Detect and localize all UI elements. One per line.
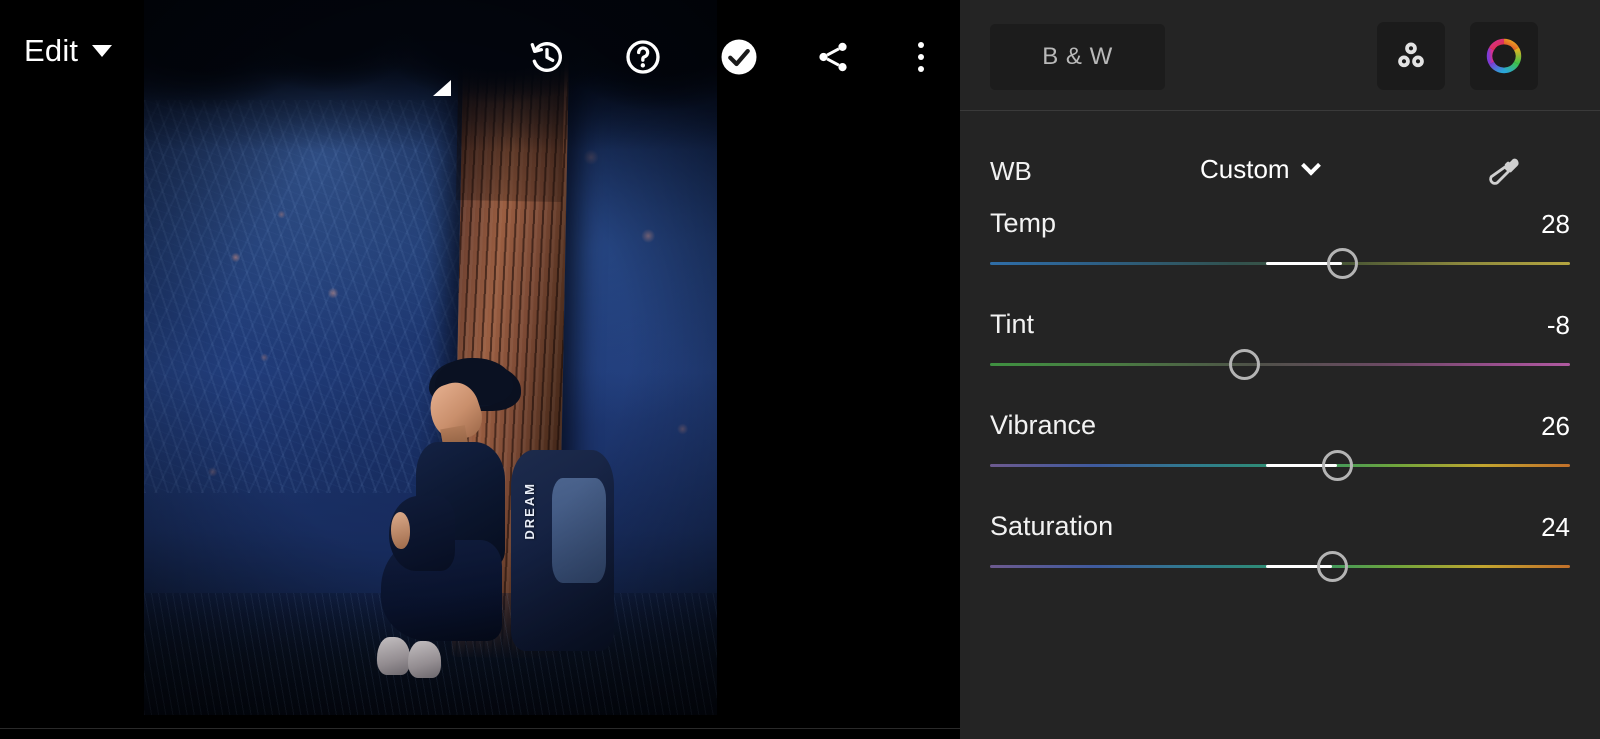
slider-saturation-value: 24 <box>1541 512 1570 542</box>
photo-image: DREAM <box>144 0 717 715</box>
image-viewer: Edit <box>0 0 960 739</box>
slider-temp-label: Temp <box>990 208 1057 238</box>
history-clock-icon <box>530 42 562 72</box>
color-adjustments-panel: B & W WB Custom Temp 28 Tint -8 Vibrance… <box>960 0 1600 739</box>
checkmark-circle-icon <box>721 39 757 75</box>
photo-canvas[interactable]: DREAM <box>144 0 717 715</box>
chevron-down-icon <box>1300 155 1321 176</box>
done-button[interactable] <box>715 33 763 81</box>
history-button[interactable] <box>523 33 571 81</box>
slider-saturation-label: Saturation <box>990 511 1114 541</box>
color-mix-button[interactable] <box>1377 22 1445 90</box>
share-icon <box>819 42 847 72</box>
slider-temp-handle[interactable] <box>1327 248 1358 279</box>
slider-tint-track[interactable] <box>990 363 1570 366</box>
edit-menu-button[interactable]: Edit <box>24 33 113 69</box>
slider-tint[interactable]: Tint -8 <box>960 301 1600 401</box>
slider-vibrance-label: Vibrance <box>990 410 1097 440</box>
color-mix-circles-icon <box>1398 42 1424 68</box>
slider-vibrance[interactable]: Vibrance 26 <box>960 402 1600 502</box>
eyedropper-icon <box>1489 158 1519 185</box>
wb-preset-value: Custom <box>1200 154 1290 184</box>
slider-saturation-handle[interactable] <box>1317 551 1348 582</box>
white-balance-row: WB Custom <box>960 144 1600 200</box>
help-button[interactable] <box>619 33 667 81</box>
photo-editor-app: Edit B & W WB Custom Temp 28 Tint -8 Vib… <box>0 0 1600 739</box>
wb-label: WB <box>990 156 1032 186</box>
color-wheel-button[interactable] <box>1470 22 1538 90</box>
color-wheel-icon <box>1486 38 1522 74</box>
more-vertical-icon <box>918 42 924 72</box>
slider-saturation[interactable]: Saturation 24 <box>960 503 1600 603</box>
more-options-button[interactable] <box>897 33 945 81</box>
crop-corner-marker[interactable] <box>433 80 451 96</box>
question-mark-circle-icon <box>626 40 660 74</box>
slider-temp[interactable]: Temp 28 <box>960 200 1600 300</box>
edit-menu-label: Edit <box>24 33 79 68</box>
photo-vignette <box>144 0 717 715</box>
slider-tint-value: -8 <box>1546 310 1570 340</box>
share-button[interactable] <box>809 33 857 81</box>
slider-vibrance-handle[interactable] <box>1322 450 1353 481</box>
bw-toggle-button[interactable]: B & W <box>990 24 1165 90</box>
slider-vibrance-value: 26 <box>1541 411 1570 441</box>
slider-tint-handle[interactable] <box>1229 349 1260 380</box>
viewer-bottom-divider <box>0 728 960 729</box>
slider-tint-label: Tint <box>990 309 1035 339</box>
bw-toggle-label: B & W <box>1042 43 1113 70</box>
caret-down-icon <box>92 45 113 57</box>
wb-preset-dropdown[interactable]: Custom <box>1200 154 1321 185</box>
panel-divider <box>960 110 1600 111</box>
slider-temp-value: 28 <box>1541 209 1570 239</box>
panel-header: B & W <box>960 0 1600 111</box>
eyedropper-button[interactable] <box>1479 149 1527 197</box>
